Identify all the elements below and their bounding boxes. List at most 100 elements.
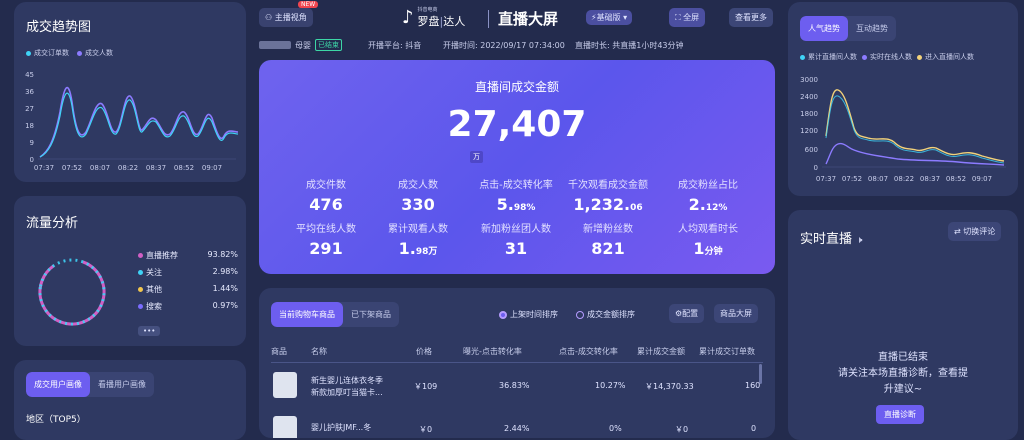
legend-item: 进入直播间人数 [917,52,974,62]
tab-offshelf-products[interactable]: 已下架商品 [343,302,399,327]
metric-gpm: 千次观看成交金额 1,232.06 [568,180,648,214]
live-panel: 实时直播 🕨 ⇄ 切换评论 直播已结束 请关注本场直播诊断，查看提 升建议~ 直… [788,210,1018,440]
traffic-title: 流量分析 [26,216,79,231]
tab-buyer-portrait[interactable]: 成交用户画像 [26,372,90,397]
x-tick: 08:22 [894,175,914,183]
x-ticks: 07:37 07:52 08:07 08:22 08:37 08:52 09:0… [34,164,222,172]
product-screen-button[interactable]: 商品大屏 [714,304,758,323]
radio-checked-icon [499,310,507,319]
x-tick: 08:37 [146,164,166,172]
logo: ♪ 抖音电商 罗盘|达人 [402,7,466,28]
y-tick: 1800 [800,110,818,118]
col-product: 商品 [271,347,287,356]
live-hint-2: 升建议~ [883,384,923,395]
y-tick: 9 [30,139,34,147]
version-select[interactable]: ⚡基础版 ▾ [586,10,633,25]
anchor-view-button[interactable]: ⚇ 主播视角 [259,8,313,27]
y-tick: 600 [805,146,818,154]
tab-popularity[interactable]: 人气趋势 [800,16,848,41]
y-tick: 18 [25,122,34,130]
traffic-panel: 流量分析 直播推荐 93.82% 关注 2.98% 其他 1.44% 搜索 0.97% … [14,196,246,346]
trend-legend: 成交订单数 成交人数 [26,48,113,58]
popularity-chart: 3000 2400 1800 1200 600 0 07:37 07:52 08… [800,76,1006,183]
tab-current-products[interactable]: 当前购物车商品 [271,302,343,327]
y-tick: 1200 [800,127,818,135]
popularity-legend: 累计直播间人数 实时在线人数 进入直播间人数 [800,52,974,62]
portrait-panel: 成交用户画像 看播用户画像 地区（TOP5） [14,360,246,440]
x-tick: 08:52 [946,175,966,183]
douyin-icon: ♪ [402,7,414,28]
traffic-item: 直播推荐 93.82% [138,250,238,261]
traffic-donut [38,258,106,326]
col-orders: 累计成交订单数 [699,347,755,356]
logo-sub: 达人 [443,15,466,28]
product-cvr: 10.27% [595,381,626,390]
anchor-name: 母婴 [295,40,311,50]
trend-panel: 成交趋势图 成交订单数 成交人数 45 36 27 18 9 0 07:37 0… [14,2,246,182]
live-ended-text: 直播已结束 [878,352,928,363]
config-button[interactable]: ⚙配置 [669,304,705,323]
swap-icon: ⇄ [954,227,961,236]
metric-buyers: 成交人数 330 [398,180,438,214]
x-tick: 09:07 [972,175,992,183]
view-more-button[interactable]: 查看更多 [729,8,773,27]
logo-top: 抖音电商 [417,7,438,13]
col-ctr: 曝光-点击转化率 [463,347,522,356]
x-tick: 09:07 [202,164,222,172]
anchor-info: 母婴 已结束 [259,39,342,51]
metric-new-fans: 新增粉丝数 821 [583,224,633,258]
y-tick: 27 [25,105,34,113]
duration-text: 直播时长: 共直播1小时43分钟 [575,41,684,50]
diagnose-button[interactable]: 直播诊断 [876,405,924,424]
x-tick: 08:07 [868,175,888,183]
product-thumbnail [273,372,297,398]
more-button[interactable]: ••• [138,326,161,336]
x-tick: 08:07 [90,164,110,172]
live-hint-1: 请关注本场直播诊断，查看提 [838,368,968,379]
col-amount: 累计成交金额 [637,347,685,356]
sales-unit: 万 [470,151,483,163]
x-tick: 07:37 [816,175,836,183]
table-divider [271,362,763,363]
col-cvr: 点击-成交转化率 [559,347,618,356]
sort-time-radio[interactable]: 上架时间排序 [499,309,558,320]
start-time-text: 开播时间: 2022/09/17 07:34:00 [443,41,565,50]
y-tick: 0 [30,156,34,164]
tab-viewer-portrait[interactable]: 看播用户画像 [90,372,154,397]
speaker-icon[interactable]: 🕨 [856,235,862,246]
product-tabs: 当前购物车商品 已下架商品 [271,302,399,327]
product-amount: ￥14,370.33 [645,382,694,391]
traffic-item: 搜索 0.97% [138,301,238,312]
y-tick: 2400 [800,93,818,101]
y-tick: 0 [814,164,818,172]
product-name: 新生婴儿连体衣冬季 [311,376,383,385]
y-tick: 36 [25,88,34,96]
sales-amount: 27,407 [447,104,587,145]
traffic-item: 其他 1.44% [138,284,238,295]
products-panel: 当前购物车商品 已下架商品 上架时间排序 成交金额排序 ⚙配置 商品大屏 商品 … [259,288,775,438]
product-price: ￥109 [414,382,438,391]
col-name: 名称 [311,347,327,356]
switch-comments-button[interactable]: ⇄ 切换评论 [948,222,1002,241]
x-tick: 08:37 [920,175,940,183]
col-price: 价格 [416,347,432,356]
y-tick: 3000 [800,76,818,84]
fullscreen-button[interactable]: ⛶ 全屏 [669,8,706,27]
metric-total-viewers: 累计观看人数 1.98万 [388,224,448,258]
sort-amount-radio[interactable]: 成交金额排序 [576,309,635,320]
x-tick: 08:22 [118,164,138,172]
product-orders: 160 [745,381,761,390]
product-ctr: 2.44% [504,424,530,433]
user-icon: ⚇ [265,13,273,22]
region-label: 地区（TOP5） [26,415,86,425]
product-ctr: 36.83% [499,381,530,390]
live-title: 实时直播 🕨 [800,232,863,247]
legend-item: 成交人数 [77,48,113,58]
product-price: ￥0 [419,425,433,434]
sales-card: 直播间成交金额 27,407 万 成交件数 476 成交人数 330 点击-成交… [259,60,775,274]
product-name-line2: 新款加厚叮当猫卡... [311,388,383,397]
x-tick: 07:52 [842,175,862,183]
status-badge: 已结束 [315,39,342,51]
tab-interaction[interactable]: 互动趋势 [848,16,896,41]
page-title: 直播大屏 [498,10,559,28]
